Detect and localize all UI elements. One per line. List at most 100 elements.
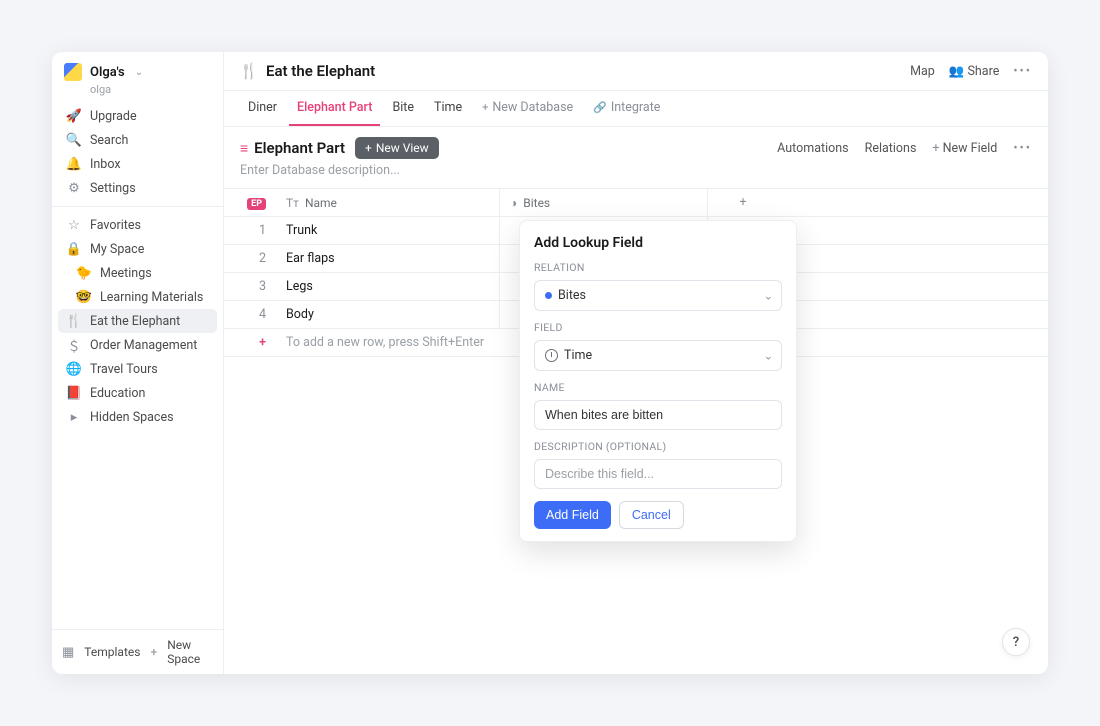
link-icon: 🔗	[593, 101, 607, 114]
rocket-icon: 🚀	[66, 108, 82, 124]
topbar-actions: Map 👥 Share •••	[910, 64, 1032, 79]
share-button[interactable]: 👥 Share	[949, 64, 1000, 79]
chevron-down-icon: ⌄	[135, 67, 143, 78]
sidebar-item-travel[interactable]: 🌐 Travel Tours	[58, 357, 217, 381]
emoji-icon: 🐤	[76, 265, 92, 281]
workspace-name: Olga's	[90, 65, 125, 80]
relations-button[interactable]: Relations	[865, 141, 917, 156]
workspace-sublabel: olga	[90, 83, 223, 96]
sidebar-item-favorites[interactable]: ☆ Favorites	[58, 213, 217, 237]
name-input[interactable]	[534, 400, 782, 430]
star-icon: ☆	[66, 217, 82, 233]
text-icon: Tт	[286, 196, 299, 210]
sidebar-item-upgrade[interactable]: 🚀 Upgrade	[58, 104, 217, 128]
table-header-index: EP	[224, 189, 276, 216]
description-input[interactable]	[534, 459, 782, 489]
ep-badge: EP	[247, 198, 266, 210]
database-header: ≡ Elephant Part + New View Automations R…	[224, 127, 1048, 163]
field-select[interactable]: Time ⌄	[534, 340, 782, 371]
sidebar-item-meetings[interactable]: 🐤 Meetings	[58, 261, 217, 285]
sidebar-item-label: Search	[90, 133, 128, 148]
globe-icon: 🌐	[66, 361, 82, 377]
sidebar-item-label: Inbox	[90, 157, 121, 172]
divider	[52, 206, 223, 207]
clock-icon	[545, 349, 558, 362]
database-icon: ≡	[240, 140, 248, 157]
relation-dot-icon	[545, 292, 552, 299]
more-icon[interactable]: •••	[1013, 64, 1032, 79]
cell-name[interactable]: Ear flaps	[276, 245, 500, 272]
table-header-name[interactable]: Tт Name	[276, 189, 500, 216]
emoji-icon: 🤓	[76, 289, 92, 305]
sidebar-item-label: Order Management	[90, 338, 197, 353]
plus-icon: +	[365, 141, 372, 155]
cell-name[interactable]: Trunk	[276, 217, 500, 244]
add-column-button[interactable]: +	[708, 189, 778, 216]
tab-time[interactable]: Time	[426, 91, 470, 126]
row-number: 1	[224, 217, 276, 244]
tab-integrate[interactable]: 🔗 Integrate	[585, 91, 668, 126]
popover-actions: Add Field Cancel	[534, 501, 782, 529]
sidebar-item-settings[interactable]: ⚙ Settings	[58, 176, 217, 200]
sidebar-item-learning[interactable]: 🤓 Learning Materials	[58, 285, 217, 309]
plus-icon: +	[482, 101, 488, 114]
relation-value: Bites	[558, 288, 586, 303]
tab-bite[interactable]: Bite	[384, 91, 422, 126]
lock-icon: 🔒	[66, 241, 82, 257]
sidebar-item-eat-elephant[interactable]: 🍴 Eat the Elephant	[58, 309, 217, 333]
templates-link[interactable]: Templates	[84, 645, 140, 659]
tab-new-database[interactable]: + New Database	[474, 91, 581, 126]
sidebar-item-myspace[interactable]: 🔒 My Space	[58, 237, 217, 261]
help-button[interactable]: ?	[1002, 628, 1030, 656]
row-number: 4	[224, 301, 276, 328]
field-value: Time	[564, 348, 592, 363]
sidebar-item-education[interactable]: 📕 Education	[58, 381, 217, 405]
map-button[interactable]: Map	[910, 64, 935, 79]
database-header-right: Automations Relations + New Field •••	[777, 141, 1032, 156]
automations-button[interactable]: Automations	[777, 141, 848, 156]
sidebar-item-label: Upgrade	[90, 109, 137, 124]
templates-icon: ▦	[62, 644, 74, 660]
row-number: 2	[224, 245, 276, 272]
sidebar-item-label: Eat the Elephant	[90, 314, 180, 329]
tab-diner[interactable]: Diner	[240, 91, 285, 126]
popover-title: Add Lookup Field	[534, 235, 782, 251]
sidebar-item-search[interactable]: 🔍 Search	[58, 128, 217, 152]
cell-name[interactable]: Body	[276, 301, 500, 328]
page-title-label: Eat the Elephant	[266, 62, 375, 80]
sidebar-item-label: Hidden Spaces	[90, 410, 174, 425]
cancel-button[interactable]: Cancel	[619, 501, 684, 529]
sidebar-item-inbox[interactable]: 🔔 Inbox	[58, 152, 217, 176]
plus-icon: +	[150, 645, 157, 659]
database-description-input[interactable]: Enter Database description...	[224, 163, 1048, 188]
fork-knife-icon: 🍴	[66, 313, 82, 329]
new-field-button[interactable]: + New Field	[932, 141, 997, 156]
main-content: 🍴 Eat the Elephant Map 👥 Share ••• Diner…	[224, 52, 1048, 674]
tab-elephant-part[interactable]: Elephant Part	[289, 91, 380, 126]
row-number: 3	[224, 273, 276, 300]
workspace-switcher[interactable]: Olga's ⌄	[52, 52, 223, 87]
sidebar-item-label: Education	[90, 386, 145, 401]
bell-icon: 🔔	[66, 156, 82, 172]
sidebar-item-label: Learning Materials	[100, 290, 203, 305]
more-icon[interactable]: •••	[1013, 141, 1032, 156]
description-label: DESCRIPTION (OPTIONAL)	[534, 440, 782, 453]
sidebar: Olga's ⌄ olga 🚀 Upgrade 🔍 Search 🔔 Inbox…	[52, 52, 224, 674]
table-header-bites[interactable]: ◑ Bites	[500, 189, 708, 216]
relation-select[interactable]: Bites ⌄	[534, 280, 782, 311]
relation-label: RELATION	[534, 261, 782, 274]
chevron-down-icon: ⌄	[764, 349, 773, 362]
plus-icon: +	[739, 195, 746, 210]
sidebar-item-hidden[interactable]: ▸ Hidden Spaces	[58, 405, 217, 429]
add-field-button[interactable]: Add Field	[534, 501, 611, 529]
caret-right-icon: ▸	[66, 409, 82, 425]
people-icon: 👥	[949, 64, 968, 79]
cell-name[interactable]: Legs	[276, 273, 500, 300]
chevron-down-icon: ⌄	[764, 289, 773, 302]
sidebar-item-label: My Space	[90, 242, 144, 257]
new-space-link[interactable]: New Space	[167, 638, 213, 666]
sidebar-item-order-mgmt[interactable]: ＄ Order Management	[58, 333, 217, 357]
sidebar-footer: ▦ Templates + New Space	[52, 629, 223, 674]
sidebar-item-label: Travel Tours	[90, 362, 158, 377]
new-view-button[interactable]: + New View	[355, 137, 439, 159]
